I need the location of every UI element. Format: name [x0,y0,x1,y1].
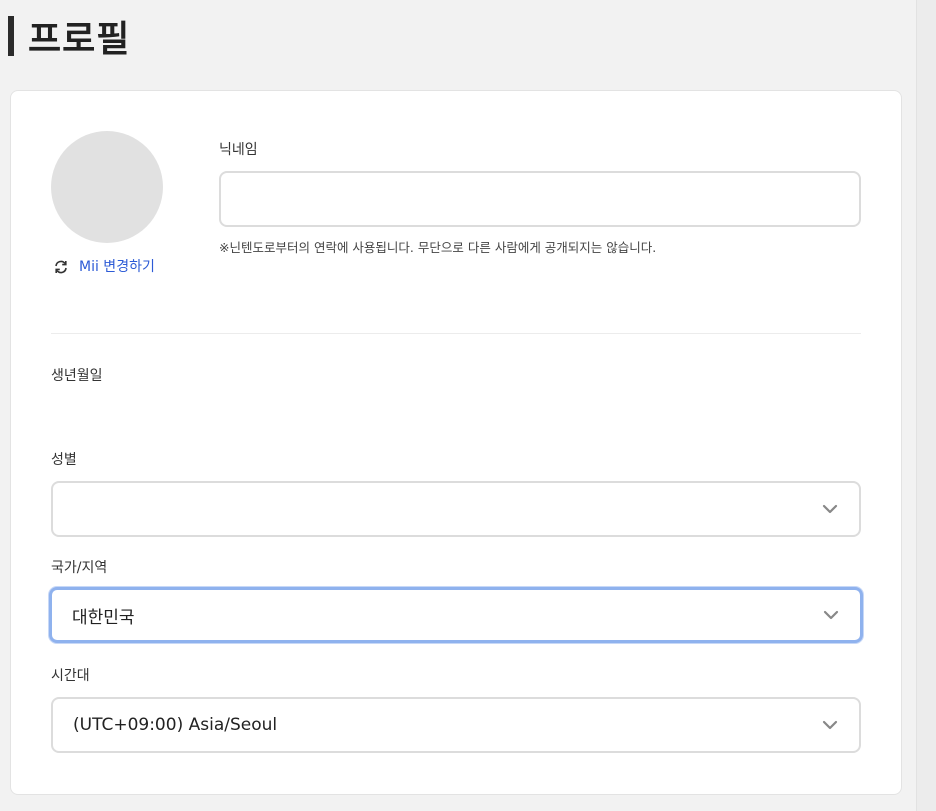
country-label: 국가/지역 [51,560,108,576]
page-title-text: 프로필 [28,19,131,60]
scrollbar[interactable] [916,0,936,811]
timezone-select-value: (UTC+09:00) Asia/Seoul [73,715,278,735]
avatar [51,131,163,243]
nickname-label: 닉네임 [219,142,258,158]
mii-change-button[interactable]: Mii 변경하기 [53,257,173,277]
refresh-icon [55,260,67,274]
nickname-note: ※닌텐도로부터의 연락에 사용됩니다. 무단으로 다른 사람에게 공개되지는 않… [219,240,657,255]
birthdate-label: 생년월일 [51,368,103,384]
timezone-select[interactable]: (UTC+09:00) Asia/Seoul [51,697,861,753]
divider [51,333,861,334]
mii-change-label[interactable]: Mii 변경하기 [79,257,163,277]
gender-label: 성별 [51,452,77,468]
chevron-down-icon [822,504,838,514]
country-select-value: 대한민국 [72,607,135,628]
profile-card: Mii 변경하기 닉네임 ※닌텐도로부터의 연락에 사용됩니다. 무단으로 다른… [10,90,902,795]
chevron-down-icon [823,610,839,620]
nickname-input[interactable] [219,171,861,227]
country-select[interactable]: 대한민국 [49,587,863,643]
page-title: 프로필 [8,12,130,60]
chevron-down-icon [822,720,838,730]
timezone-label: 시간대 [51,668,90,684]
gender-select[interactable] [51,481,861,537]
title-accent-bar [8,16,14,56]
